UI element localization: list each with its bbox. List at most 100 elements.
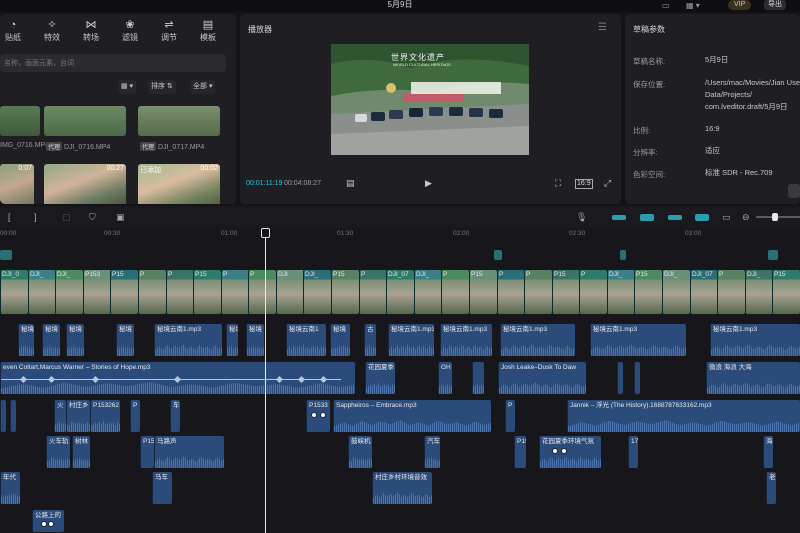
playhead-handle[interactable] — [261, 228, 270, 238]
export-button[interactable]: 导出 — [764, 0, 786, 10]
audio-clip[interactable]: GH — [438, 362, 452, 394]
audio-clip[interactable]: 车 — [170, 400, 180, 432]
video-clip[interactable]: DJI_ — [303, 270, 331, 314]
microphone-icon[interactable]: 🎙 — [576, 212, 587, 223]
sort-button[interactable]: 排序 ⇅ — [148, 80, 176, 94]
marker-clip[interactable] — [0, 250, 12, 260]
audio-clip[interactable]: 年代 — [0, 472, 20, 504]
audio-clip[interactable]: 古 — [364, 324, 376, 356]
fullscreen-frame-icon[interactable]: ⛶ — [555, 178, 561, 189]
audio-track-5[interactable]: 年代 马车 村庄乡村环境音效 老 — [0, 472, 800, 506]
audio-clip[interactable]: 马车 — [152, 472, 172, 504]
video-clip[interactable]: P — [497, 270, 525, 314]
modify-button[interactable] — [788, 184, 800, 198]
tab-sticker[interactable]: ◔ 贴纸 — [0, 18, 32, 43]
preview-axis-icon[interactable] — [668, 215, 682, 220]
video-clip[interactable]: P — [579, 270, 607, 314]
video-clip[interactable]: P15 — [634, 270, 662, 314]
audio-clip[interactable]: Sappheiros – Embrace.mp3 — [333, 400, 491, 432]
tab-adjust[interactable]: ⇌ 调节 — [150, 18, 188, 43]
audio-clip[interactable]: 树林 — [72, 436, 90, 468]
audio-clip[interactable] — [634, 362, 640, 394]
video-clip[interactable]: P — [138, 270, 166, 314]
list-icon[interactable]: ▤ — [346, 178, 355, 189]
video-clip[interactable]: DJI_0 — [0, 270, 28, 314]
split-right-icon[interactable]: ] — [34, 212, 37, 222]
audio-clip[interactable]: 秘境 — [246, 324, 264, 356]
media-thumbnail[interactable] — [44, 106, 126, 136]
playhead[interactable] — [265, 228, 266, 533]
audio-track-6[interactable]: 公路上的 — [0, 510, 800, 533]
video-clip[interactable]: P15 — [331, 270, 359, 314]
audio-clip[interactable]: P15 — [140, 436, 154, 468]
audio-clip[interactable]: 火 — [54, 400, 66, 432]
zoom-out-icon[interactable]: ⊖ — [742, 212, 750, 223]
audio-clip[interactable]: P15 — [514, 436, 526, 468]
audio-clip[interactable]: Jannik – 浮光 (The History).1688787633162.… — [567, 400, 800, 432]
audio-clip[interactable]: 村庄乡 — [66, 400, 90, 432]
audio-clip[interactable]: P — [130, 400, 140, 432]
audio-clip[interactable]: 微浪 海浪 大海 — [706, 362, 800, 394]
media-thumbnail[interactable] — [138, 106, 220, 136]
audio-clip[interactable]: P — [505, 400, 515, 432]
link-toggle-icon[interactable] — [612, 215, 626, 220]
video-clip[interactable]: P15 — [772, 270, 800, 314]
video-clip[interactable]: P15 — [110, 270, 138, 314]
preview-window-icon[interactable]: ▭ — [722, 212, 731, 223]
delete-icon[interactable]: ▢ — [62, 212, 71, 223]
audio-track-2[interactable]: even Coltart,Marcus Warner – Stories of … — [0, 362, 800, 396]
tab-filter[interactable]: ❀ 滤镜 — [111, 18, 149, 43]
audio-clip[interactable]: even Coltart,Marcus Warner – Stories of … — [0, 362, 355, 394]
search-input[interactable]: 名称，画面元素，台词 — [0, 54, 226, 72]
play-button[interactable]: ▶ — [425, 178, 432, 189]
media-thumbnail[interactable] — [0, 106, 40, 136]
video-clip[interactable]: DJI — [276, 270, 304, 314]
video-clip[interactable]: DJI_ — [662, 270, 690, 314]
media-thumbnail[interactable]: 已添加 00:02 — [138, 164, 220, 204]
marker-clip[interactable] — [494, 250, 502, 260]
audio-clip[interactable]: 火车轨 — [46, 436, 70, 468]
marker-clip[interactable] — [620, 250, 626, 260]
audio-track-3[interactable]: 火 村庄乡 P153262 P 车 P1533 Sappheiros – Emb… — [0, 400, 800, 434]
timeline[interactable]: 00:00 00:30 01:00 01:30 02:00 02:30 03:0… — [0, 228, 800, 533]
expand-icon[interactable]: ⤢ — [604, 178, 611, 189]
audio-clip[interactable]: 秘境 — [18, 324, 34, 356]
audio-clip[interactable]: 秘境 — [66, 324, 84, 356]
align-icon[interactable] — [695, 214, 709, 221]
video-clip[interactable]: DJI_ — [745, 270, 773, 314]
audio-clip[interactable]: 秘境云南1 — [286, 324, 326, 356]
video-clip[interactable]: P15 — [469, 270, 497, 314]
audio-clip[interactable] — [472, 362, 484, 394]
view-toggle-button[interactable]: ▦ ▾ — [118, 80, 137, 94]
audio-clip[interactable] — [0, 400, 6, 432]
audio-clip[interactable]: 海 — [763, 436, 773, 468]
audio-clip[interactable]: 花园夏季环境气氛 — [539, 436, 601, 468]
main-video-track[interactable]: DJI_0 DJI_ DJI_ P153 P15 P P P15 P P DJI DJI_ P15 P DJ… — [0, 270, 800, 316]
audio-clip[interactable]: Josh Leake–Dusk To Daw — [498, 362, 586, 394]
audio-clip[interactable] — [617, 362, 623, 394]
media-thumbnail[interactable]: 00:27 — [44, 164, 126, 204]
audio-clip[interactable]: 秘境云南1.mp3 — [500, 324, 575, 356]
video-preview[interactable]: 世界文化遗产 WORLD CULTURAL HERITAGE — [331, 44, 529, 155]
video-clip[interactable]: P — [221, 270, 249, 314]
audio-clip[interactable]: 公路上的 — [32, 510, 64, 532]
tab-transition[interactable]: ⋈ 转场 — [72, 18, 110, 43]
video-clip[interactable]: DJI_ — [414, 270, 442, 314]
menu-icon[interactable]: ☰ — [598, 22, 607, 33]
audio-clip[interactable]: 秘境云南1.mp3 — [154, 324, 222, 356]
tab-effects[interactable]: ✧ 特效 — [33, 18, 71, 43]
video-clip[interactable]: DJI_ — [55, 270, 83, 314]
audio-clip[interactable]: 鼓峡机 — [348, 436, 372, 468]
audio-clip[interactable]: 17 — [628, 436, 638, 468]
tab-template[interactable]: ▤ 模板 — [189, 18, 227, 43]
audio-clip[interactable]: P1533 — [306, 400, 330, 432]
media-thumbnail[interactable]: 0:07 — [0, 164, 34, 204]
zoom-slider-handle[interactable] — [772, 213, 778, 221]
video-clip[interactable]: P153 — [83, 270, 111, 314]
split-left-icon[interactable]: [ — [8, 212, 11, 222]
shield-icon[interactable]: ⛉ — [89, 212, 96, 223]
audio-track-4[interactable]: 火车轨 树林 P15 马路声 鼓峡机 汽车 P15 花园夏季环境气氛 17 海 — [0, 436, 800, 470]
vip-badge[interactable]: VIP — [728, 0, 752, 10]
audio-clip[interactable]: 村庄乡村环境音效 — [372, 472, 432, 504]
audio-clip[interactable]: 秘境 — [226, 324, 238, 356]
